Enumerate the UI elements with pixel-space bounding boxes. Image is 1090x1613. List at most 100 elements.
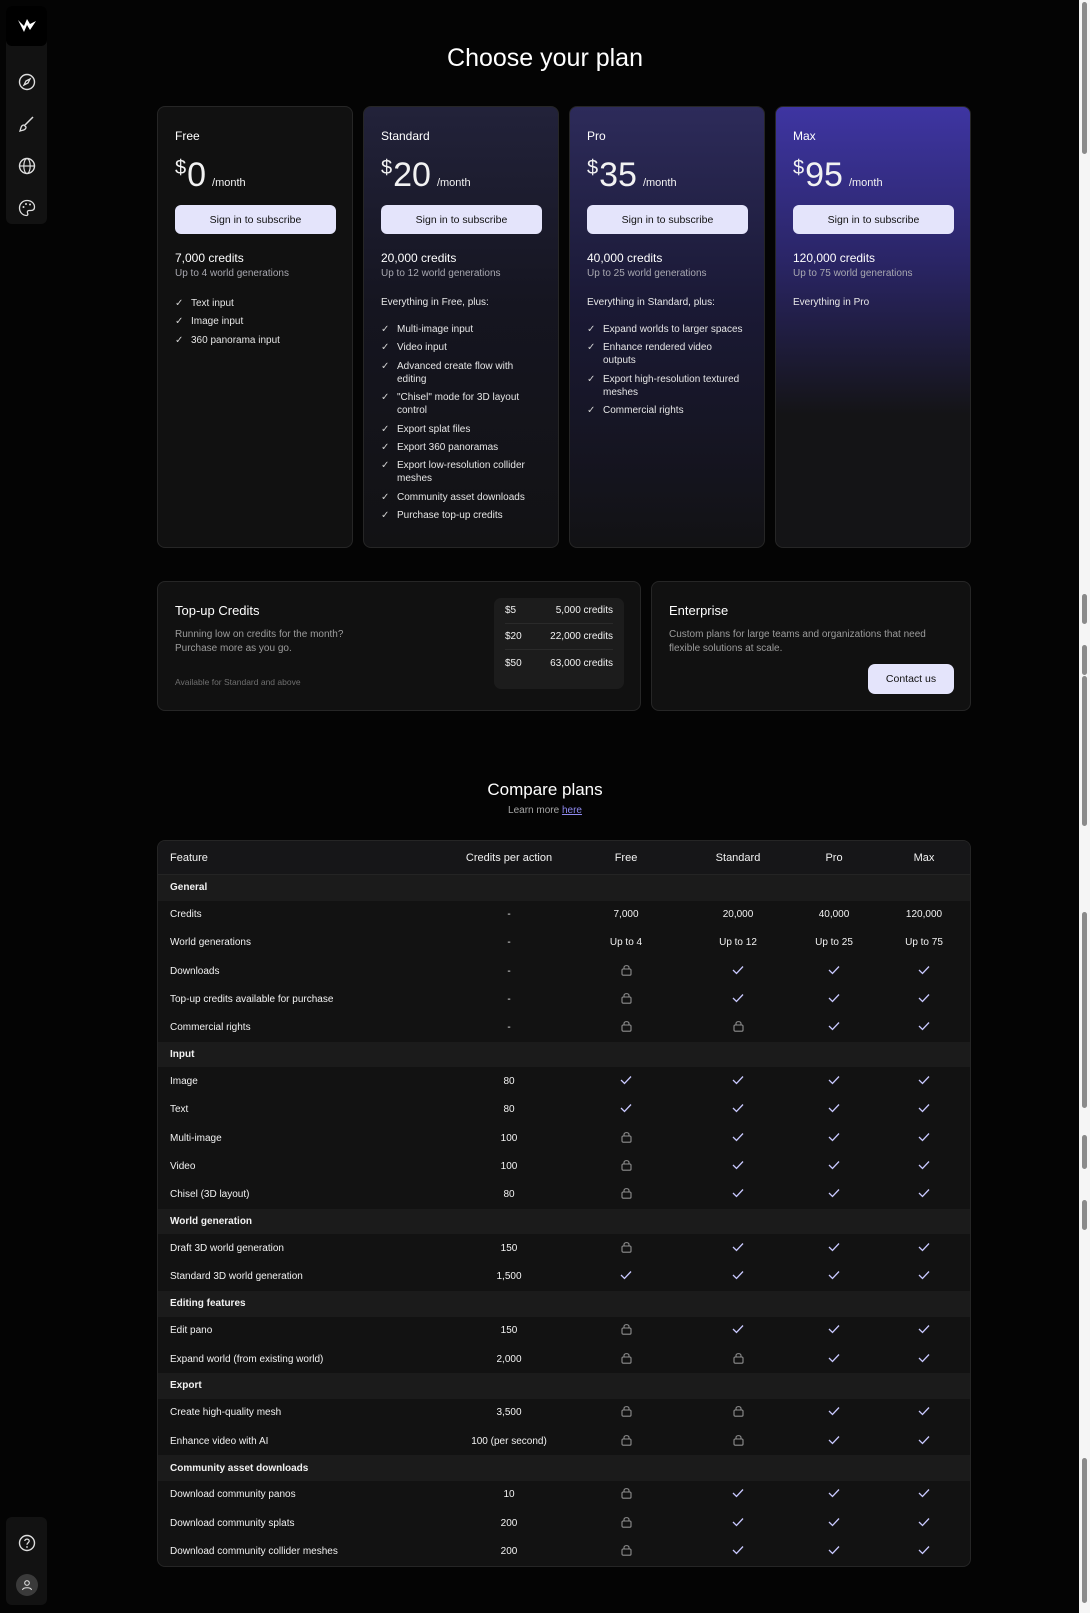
table-row: Top-up credits available for purchase - (158, 985, 970, 1013)
feature-name: Chisel (3D layout) (170, 1189, 250, 1201)
feature-name: Credits (170, 909, 202, 921)
plan-credits: 20,000 credits (381, 251, 457, 265)
price-amount: 35 (599, 156, 637, 194)
table-row: Standard 3D world generation 1,500 (158, 1263, 970, 1291)
check-icon (788, 1353, 880, 1366)
subscribe-button[interactable]: Sign in to subscribe (587, 205, 748, 234)
scroll-marker (1082, 645, 1087, 675)
check-icon (788, 1188, 880, 1201)
check-icon (880, 1103, 968, 1116)
header-max: Max (913, 851, 935, 864)
feature-label: Image input (191, 316, 244, 328)
learn-more-text: Learn more (508, 805, 562, 816)
check-icon (788, 1103, 880, 1116)
profile-icon[interactable] (6, 1570, 47, 1600)
cell-value: Up to 4 (609, 937, 643, 949)
feature-item: ✓ Export splat files (381, 423, 541, 436)
check-icon (880, 1517, 968, 1530)
currency-symbol: $ (587, 157, 599, 179)
price-period: /month (436, 177, 471, 189)
feature-name: Download community collider meshes (170, 1545, 338, 1557)
table-row: World generations - Up to 4 Up to 12 Up to 2… (158, 929, 970, 957)
table-row: Image 80 (158, 1067, 970, 1095)
feature-name: Standard 3D world generation (170, 1271, 303, 1283)
check-icon (880, 1242, 968, 1255)
lock-icon (564, 992, 688, 1007)
section-row: Input (158, 1041, 970, 1068)
topup-option[interactable]: $20 22,000 credits (505, 624, 613, 650)
table-row: Expand world (from existing world) 2,000 (158, 1345, 970, 1373)
feature-label: Export low-resolution collider meshes (397, 460, 525, 485)
credits-cost: 200 (500, 1517, 518, 1529)
feature-name: Download community splats (170, 1517, 295, 1529)
credits-cost: 150 (500, 1243, 518, 1255)
subscribe-button[interactable]: Sign in to subscribe (793, 205, 954, 234)
check-icon (880, 1021, 968, 1034)
section-label: Editing features (170, 1298, 246, 1310)
subscribe-button[interactable]: Sign in to subscribe (381, 205, 542, 234)
topup-credits: 63,000 credits (550, 657, 613, 669)
credits-cost: - (507, 937, 511, 949)
plan-name: Free (175, 129, 200, 143)
check-icon (880, 993, 968, 1006)
feature-label: Multi-image input (397, 324, 474, 335)
lock-icon (564, 1434, 688, 1449)
topup-option[interactable]: $50 63,000 credits (505, 650, 613, 676)
feature-name: Download community panos (170, 1489, 296, 1501)
plan-includes: Everything in Free, plus: (381, 297, 489, 308)
scroll-marker (1082, 1135, 1087, 1169)
palette-icon[interactable] (6, 193, 47, 223)
lock-icon (564, 1544, 688, 1559)
topup-option[interactable]: $5 5,000 credits (505, 598, 613, 624)
feature-name: Draft 3D world generation (170, 1243, 284, 1255)
check-icon: ✓ (381, 491, 390, 503)
scroll-marker (1082, 1458, 1087, 1603)
feature-item: ✓ Multi-image input (381, 323, 541, 336)
check-icon (564, 1075, 688, 1088)
credits-cost: 10 (503, 1489, 515, 1501)
table-row: Chisel (3D layout) 80 (158, 1181, 970, 1209)
check-icon (564, 1270, 688, 1283)
topup-credits: 22,000 credits (550, 631, 613, 642)
scroll-thumb[interactable] (1082, 2, 1087, 154)
check-icon: ✓ (381, 460, 390, 472)
globe-icon[interactable] (6, 151, 47, 181)
feature-item: ✓ Purchase top-up credits (381, 509, 541, 522)
contact-us-button[interactable]: Contact us (868, 664, 954, 694)
feature-label: Advanced create flow with editing (397, 360, 514, 385)
check-icon (788, 1488, 880, 1501)
check-icon: ✓ (381, 342, 390, 354)
feature-name: Commercial rights (170, 1022, 251, 1034)
feature-item: ✓ Expand worlds to larger spaces (587, 323, 747, 336)
price-amount: 95 (805, 156, 843, 194)
check-icon: ✓ (381, 441, 390, 453)
check-icon (688, 965, 788, 978)
lock-icon (688, 1352, 788, 1367)
topup-card: Top-up Credits Running low on credits fo… (157, 581, 641, 711)
cell-value: 20,000 (722, 909, 754, 921)
feature-name: Enhance video with AI (170, 1435, 269, 1447)
enterprise-card: Enterprise Custom plans for large teams … (651, 581, 971, 711)
credits-cost: 150 (500, 1325, 518, 1337)
feature-name: Image (170, 1076, 198, 1088)
help-icon[interactable] (6, 1528, 47, 1558)
feature-label: Enhance rendered video outputs (603, 342, 712, 367)
sidebar-bottom (6, 1517, 47, 1605)
credits-cost: 80 (503, 1189, 515, 1201)
section-row: Export (158, 1373, 970, 1399)
check-icon: ✓ (381, 423, 390, 435)
feature-name: Video (170, 1161, 196, 1173)
check-icon (788, 1545, 880, 1558)
feature-list: ✓ Multi-image input ✓ Video input ✓ Advanced … (381, 323, 541, 522)
learn-more-link[interactable]: here (562, 805, 582, 816)
brush-icon[interactable] (6, 109, 47, 139)
lock-icon (564, 1487, 688, 1502)
lock-icon (688, 1020, 788, 1035)
plan-generations: Up to 25 world generations (587, 268, 707, 279)
feature-label: Commercial rights (603, 405, 684, 417)
topup-note: Available for Standard and above (175, 677, 301, 687)
feature-name: Top-up credits available for purchase (170, 994, 334, 1006)
plan-name: Max (793, 129, 816, 143)
subscribe-button[interactable]: Sign in to subscribe (175, 205, 336, 234)
logo-icon[interactable] (6, 6, 47, 46)
